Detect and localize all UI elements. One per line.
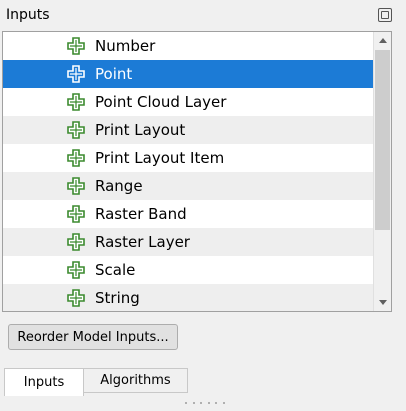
plus-icon — [67, 121, 85, 139]
list-item-label: Print Layout Item — [95, 149, 225, 167]
scroll-up-arrow-icon[interactable] — [374, 32, 391, 49]
list-item-label: Point — [95, 65, 133, 83]
list-item-label: Point Cloud Layer — [95, 93, 227, 111]
plus-icon — [67, 177, 85, 195]
list-item[interactable]: Raster Band — [3, 200, 373, 228]
plus-icon — [67, 261, 85, 279]
resize-grip-icon[interactable] — [185, 402, 225, 406]
panel-header: Inputs — [0, 0, 406, 30]
float-panel-icon[interactable] — [378, 8, 392, 22]
list-item-label: Print Layout — [95, 121, 186, 139]
inputs-list-body: Number Point Point Cloud Layer Print Layout… — [3, 32, 373, 311]
tab-algorithms[interactable]: Algorithms — [84, 368, 188, 393]
vertical-scrollbar[interactable] — [373, 32, 391, 311]
tab-inputs[interactable]: Inputs — [4, 368, 84, 396]
list-item-label: Range — [95, 177, 143, 195]
list-item[interactable]: Point Cloud Layer — [3, 88, 373, 116]
list-item-label: Scale — [95, 261, 136, 279]
scroll-thumb[interactable] — [375, 50, 390, 230]
plus-icon — [67, 37, 85, 55]
list-item[interactable]: Point — [3, 60, 373, 88]
plus-icon — [67, 205, 85, 223]
panel-title: Inputs — [6, 7, 50, 23]
scroll-down-arrow-icon[interactable] — [374, 294, 391, 311]
list-item[interactable]: Print Layout Item — [3, 144, 373, 172]
plus-icon — [67, 149, 85, 167]
list-item-label: Raster Layer — [95, 233, 190, 251]
list-item[interactable]: Raster Layer — [3, 228, 373, 256]
list-item[interactable]: Range — [3, 172, 373, 200]
list-item-label: Raster Band — [95, 205, 187, 223]
list-item-label: String — [95, 289, 140, 307]
reorder-model-inputs-button[interactable]: Reorder Model Inputs... — [8, 324, 178, 350]
list-item[interactable]: Scale — [3, 256, 373, 284]
plus-icon — [67, 289, 85, 307]
plus-icon — [67, 93, 85, 111]
list-item[interactable]: Print Layout — [3, 116, 373, 144]
tab-bar: Inputs Algorithms — [4, 368, 188, 396]
list-item-label: Number — [95, 37, 156, 55]
plus-icon — [67, 65, 85, 83]
inputs-list[interactable]: Number Point Point Cloud Layer Print Layout… — [2, 31, 392, 312]
list-item[interactable]: String — [3, 284, 373, 311]
plus-icon — [67, 233, 85, 251]
list-item[interactable]: Number — [3, 32, 373, 60]
